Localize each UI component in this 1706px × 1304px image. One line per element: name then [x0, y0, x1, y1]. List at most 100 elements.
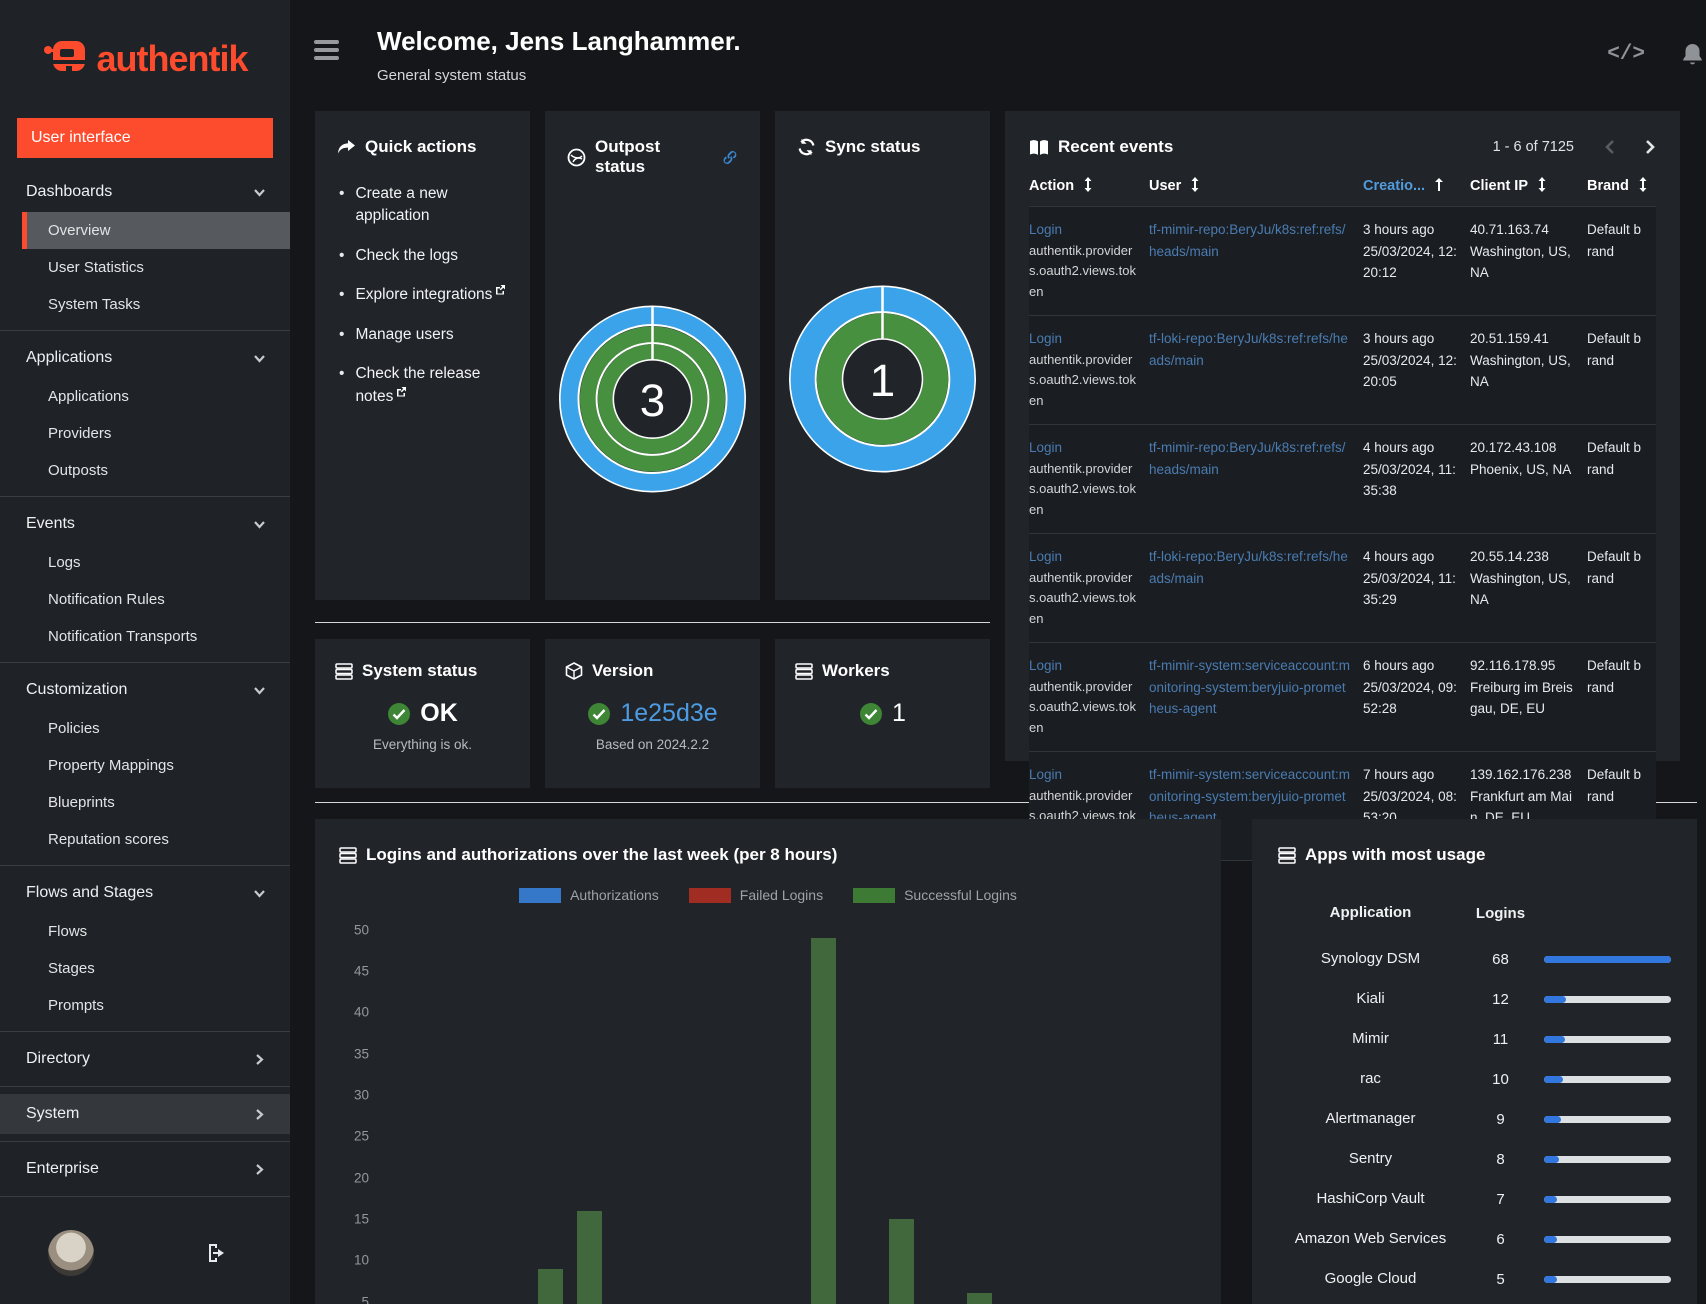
sync-icon — [798, 138, 815, 156]
creation-relative: 6 hours ago — [1363, 657, 1435, 673]
sidebar-item-blueprints[interactable]: Blueprints — [0, 784, 290, 821]
external-link-icon — [496, 285, 506, 295]
creation-relative: 3 hours ago — [1363, 222, 1435, 237]
check-circle-icon — [588, 702, 611, 725]
client-ip: 139.162.176.238 — [1470, 766, 1572, 782]
column-header-creatio-[interactable]: Creatio... — [1363, 163, 1470, 207]
sort-icon[interactable] — [1537, 177, 1547, 192]
sidebar-item-stages[interactable]: Stages — [0, 950, 290, 987]
y-axis-tick-label: 15 — [353, 1211, 369, 1227]
action-link[interactable]: Login — [1029, 219, 1137, 241]
sidebar-item-applications[interactable]: Applications — [0, 378, 290, 415]
usage-bar-fill — [1544, 955, 1671, 963]
sidebar-item-logs[interactable]: Logs — [0, 544, 290, 581]
nav-separator — [0, 330, 290, 331]
quick-action-link[interactable]: Check the logs — [339, 245, 510, 267]
sidebar-section-system[interactable]: System — [0, 1094, 290, 1134]
sidebar-section-events[interactable]: Events — [0, 504, 290, 544]
user-link[interactable]: tf-mimir-system:serviceaccount:monitorin… — [1149, 655, 1351, 720]
version-value[interactable]: 1e25d3e — [620, 699, 717, 728]
quick-actions-card: Quick actions Create a new application Ch… — [315, 111, 530, 600]
sidebar-section-directory[interactable]: Directory — [0, 1039, 290, 1079]
sort-icon[interactable] — [1638, 177, 1648, 192]
sidebar-item-flows[interactable]: Flows — [0, 913, 290, 950]
sidebar-item-notification-rules[interactable]: Notification Rules — [0, 581, 290, 618]
action-link[interactable]: Login — [1029, 655, 1137, 677]
app-name: rac — [1360, 1069, 1381, 1087]
app-login-count: 12 — [1492, 990, 1509, 1008]
outpost-status-title: Outpost status — [595, 137, 661, 176]
user-link[interactable]: tf-mimir-repo:BeryJu/k8s:ref:refs/heads/… — [1149, 437, 1351, 480]
avatar[interactable] — [48, 1230, 94, 1276]
usage-bar-fill — [1544, 1115, 1561, 1123]
notification-bell-icon[interactable] — [1681, 42, 1704, 66]
sidebar-item-policies[interactable]: Policies — [0, 710, 290, 747]
sidebar-item-providers[interactable]: Providers — [0, 415, 290, 452]
column-header-label: Action — [1029, 178, 1075, 194]
sidebar-item-property-mappings[interactable]: Property Mappings — [0, 747, 290, 784]
sync-count: 1 — [870, 355, 895, 406]
api-code-icon[interactable]: </> — [1607, 43, 1645, 66]
table-row: Login authentik.providers.oauth2.views.to… — [1029, 424, 1656, 533]
sidebar-item-system-tasks[interactable]: System Tasks — [0, 286, 290, 323]
logins-chart-title: Logins and authorizations over the last … — [366, 845, 838, 864]
cell-user: tf-mimir-system:serviceaccount:monitorin… — [1149, 642, 1363, 751]
client-ip: 40.71.163.74 — [1470, 222, 1549, 237]
cell-action: Login authentik.providers.oauth2.views.to… — [1029, 424, 1149, 533]
client-ip: 20.172.43.108 — [1470, 439, 1557, 455]
sidebar-section-applications[interactable]: Applications — [0, 338, 290, 378]
action-link[interactable]: Login — [1029, 437, 1137, 459]
quick-action-link[interactable]: Explore integrations — [339, 284, 510, 306]
creation-relative: 4 hours ago — [1363, 439, 1435, 455]
user-link[interactable]: tf-loki-repo:BeryJu/k8s:ref:refs/heads/m… — [1149, 546, 1351, 589]
authentik-mascot-icon — [44, 41, 86, 71]
version-caption: Based on 2024.2.2 — [595, 737, 710, 752]
action-detail: authentik.providers.oauth2.views.token — [1029, 351, 1136, 409]
sidebar-item-user-statistics[interactable]: User Statistics — [0, 249, 290, 286]
user-link[interactable]: tf-loki-repo:BeryJu/k8s:ref:refs/heads/m… — [1149, 328, 1351, 371]
next-page-icon[interactable] — [1645, 139, 1656, 155]
sidebar-section-flows-and-stages[interactable]: Flows and Stages — [0, 873, 290, 913]
action-link[interactable]: Login — [1029, 546, 1137, 568]
cell-user: tf-loki-repo:BeryJu/k8s:ref:refs/heads/m… — [1149, 315, 1363, 424]
quick-action-link[interactable]: Manage users — [339, 324, 510, 346]
y-axis-tick-label: 40 — [353, 1004, 369, 1020]
action-link[interactable]: Login — [1029, 764, 1137, 786]
column-header-user[interactable]: User — [1149, 163, 1363, 207]
sidebar-section-dashboards[interactable]: Dashboards — [0, 172, 290, 212]
app-login-count: 9 — [1496, 1110, 1505, 1128]
sidebar-item-notification-transports[interactable]: Notification Transports — [0, 618, 290, 655]
sort-icon[interactable] — [1083, 177, 1093, 192]
prev-page-icon[interactable] — [1604, 139, 1615, 155]
apps-row: Amazon Web Services 6 — [1278, 1219, 1671, 1259]
workers-title: Workers — [822, 661, 890, 680]
hamburger-menu-icon[interactable] — [314, 40, 339, 64]
column-header-client-ip[interactable]: Client IP — [1470, 163, 1587, 207]
user-interface-button[interactable]: User interface — [17, 118, 273, 158]
cell-creation: 3 hours ago 25/03/2024, 12:20:05 — [1363, 315, 1470, 424]
user-link[interactable]: tf-mimir-repo:BeryJu/k8s:ref:refs/heads/… — [1149, 219, 1351, 262]
sidebar-item-overview[interactable]: Overview — [22, 212, 290, 249]
sign-out-icon[interactable] — [206, 1243, 228, 1263]
column-header-brand[interactable]: Brand — [1587, 163, 1656, 207]
action-link[interactable]: Login — [1029, 328, 1137, 350]
usage-bar-track — [1544, 1195, 1671, 1203]
quick-action-link[interactable]: Check the release notes — [339, 363, 510, 408]
quick-action-link[interactable]: Create a new application — [339, 183, 510, 228]
sort-icon[interactable] — [1190, 177, 1200, 192]
usage-bar-fill — [1544, 995, 1567, 1003]
workers-card: Workers 1 — [775, 639, 990, 788]
client-location: Washington, US, NA — [1470, 243, 1571, 281]
bundle-icon — [565, 662, 583, 680]
sidebar-section-enterprise[interactable]: Enterprise — [0, 1149, 290, 1189]
sidebar-item-outposts[interactable]: Outposts — [0, 452, 290, 489]
sidebar-item-reputation-scores[interactable]: Reputation scores — [0, 821, 290, 858]
link-icon[interactable] — [722, 149, 738, 166]
share-arrow-icon — [338, 139, 355, 153]
sidebar-item-prompts[interactable]: Prompts — [0, 987, 290, 1024]
client-location: Phoenix, US, NA — [1470, 461, 1572, 477]
sort-ascending-icon[interactable] — [1434, 177, 1444, 192]
cell-user: tf-mimir-repo:BeryJu/k8s:ref:refs/heads/… — [1149, 207, 1363, 316]
sidebar-section-customization[interactable]: Customization — [0, 670, 290, 710]
column-header-action[interactable]: Action — [1029, 163, 1149, 207]
